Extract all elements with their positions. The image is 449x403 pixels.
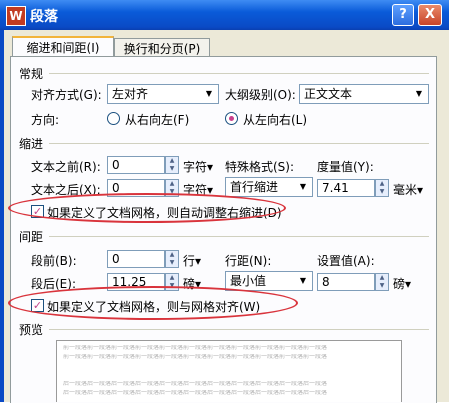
highlight-ellipse — [8, 193, 286, 223]
tab-indent-spacing[interactable]: 缩进和间距(I) — [12, 36, 114, 58]
alignment-select[interactable]: 左对齐 ▼ — [107, 84, 219, 104]
direction-rtl-radio[interactable] — [107, 112, 120, 125]
space-before-spinner[interactable]: ▲ ▼ — [165, 250, 179, 268]
chevron-down-icon: ▼ — [299, 182, 307, 191]
tab-line-page-breaks[interactable]: 换行和分页(P) — [114, 38, 210, 57]
up-arrow-icon[interactable]: ▲ — [166, 251, 178, 259]
preview-line: 前一段落前一段落前一段落前一段落前一段落前一段落前一段落前一段落前一段落前一段落… — [63, 354, 328, 360]
chevron-down-icon: ▼ — [205, 89, 213, 98]
section-general-heading: 常规 — [19, 67, 44, 81]
preview-line: 后一段落后一段落后一段落后一段落后一段落后一段落后一段落后一段落后一段落后一段落… — [63, 381, 328, 387]
measure-label: 度量值(Y): — [317, 160, 374, 174]
direction-label: 方向: — [31, 113, 60, 127]
indent-before-label: 文本之前(R): — [31, 160, 101, 174]
measure-unit[interactable]: 毫米▾ — [393, 181, 423, 198]
close-button[interactable]: X — [418, 4, 442, 26]
indent-before-unit[interactable]: 字符▾ — [183, 158, 213, 175]
indent-before-input[interactable]: 0 — [107, 156, 165, 174]
setting-value-input[interactable]: 8 — [317, 273, 375, 291]
paragraph-dialog: W 段落 ? X 缩进和间距(I) 换行和分页(P) 常规 对齐方式(G): 左… — [0, 0, 449, 403]
down-arrow-icon[interactable]: ▼ — [166, 259, 178, 267]
line-spacing-select[interactable]: 最小值 ▼ — [225, 271, 313, 291]
window-border — [0, 30, 4, 402]
space-before-input[interactable]: 0 — [107, 250, 165, 268]
measure-input[interactable]: 7.41 — [317, 179, 375, 197]
special-format-value: 首行缩进 — [230, 180, 279, 194]
wps-app-icon: W — [6, 6, 26, 26]
down-arrow-icon[interactable]: ▼ — [376, 188, 388, 196]
section-preview-heading: 预览 — [19, 323, 44, 337]
divider — [49, 236, 429, 237]
help-button[interactable]: ? — [392, 4, 414, 26]
down-arrow-icon[interactable]: ▼ — [376, 282, 388, 290]
up-arrow-icon[interactable]: ▲ — [166, 274, 178, 282]
down-arrow-icon[interactable]: ▼ — [166, 165, 178, 173]
up-arrow-icon[interactable]: ▲ — [376, 274, 388, 282]
section-indent-heading: 缩进 — [19, 137, 44, 151]
space-before-label: 段前(B): — [31, 254, 77, 268]
measure-spinner[interactable]: ▲ ▼ — [375, 179, 389, 197]
preview-box: 前一段落前一段落前一段落前一段落前一段落前一段落前一段落前一段落前一段落前一段落… — [56, 340, 402, 402]
chevron-down-icon: ▼ — [415, 89, 423, 98]
chevron-down-icon: ▼ — [299, 276, 307, 285]
indent-before-spinner[interactable]: ▲ ▼ — [165, 156, 179, 174]
up-arrow-icon[interactable]: ▲ — [166, 180, 178, 188]
special-format-label: 特殊格式(S): — [225, 160, 295, 174]
setting-value-unit[interactable]: 磅▾ — [393, 275, 411, 292]
setting-value-label: 设置值(A): — [317, 254, 375, 268]
outline-level-label: 大纲级别(O): — [225, 88, 296, 102]
direction-ltr-radio[interactable] — [225, 112, 238, 125]
up-arrow-icon[interactable]: ▲ — [376, 180, 388, 188]
alignment-label: 对齐方式(G): — [31, 88, 102, 102]
divider — [49, 143, 429, 144]
up-arrow-icon[interactable]: ▲ — [166, 157, 178, 165]
divider — [49, 73, 429, 74]
setting-value-spinner[interactable]: ▲ ▼ — [375, 273, 389, 291]
outline-level-select[interactable]: 正文文本 ▼ — [299, 84, 429, 104]
line-spacing-value: 最小值 — [230, 274, 267, 288]
preview-line: 后一段落后一段落后一段落后一段落后一段落后一段落后一段落后一段落后一段落后一段落… — [63, 390, 328, 396]
special-format-select[interactable]: 首行缩进 ▼ — [225, 177, 313, 197]
outline-level-value: 正文文本 — [304, 87, 353, 101]
title-bar[interactable]: W 段落 ? X — [0, 0, 449, 30]
dialog-title: 段落 — [30, 9, 58, 25]
space-before-unit[interactable]: 行▾ — [183, 252, 201, 269]
direction-rtl-label[interactable]: 从右向左(F) — [125, 111, 189, 128]
line-spacing-label: 行距(N): — [225, 254, 272, 268]
direction-ltr-label[interactable]: 从左向右(L) — [243, 111, 307, 128]
alignment-value: 左对齐 — [112, 87, 149, 101]
divider — [49, 329, 429, 330]
section-spacing-heading: 间距 — [19, 230, 44, 244]
highlight-ellipse — [8, 286, 298, 320]
preview-line: 前一段落前一段落前一段落前一段落前一段落前一段落前一段落前一段落前一段落前一段落… — [63, 345, 328, 351]
